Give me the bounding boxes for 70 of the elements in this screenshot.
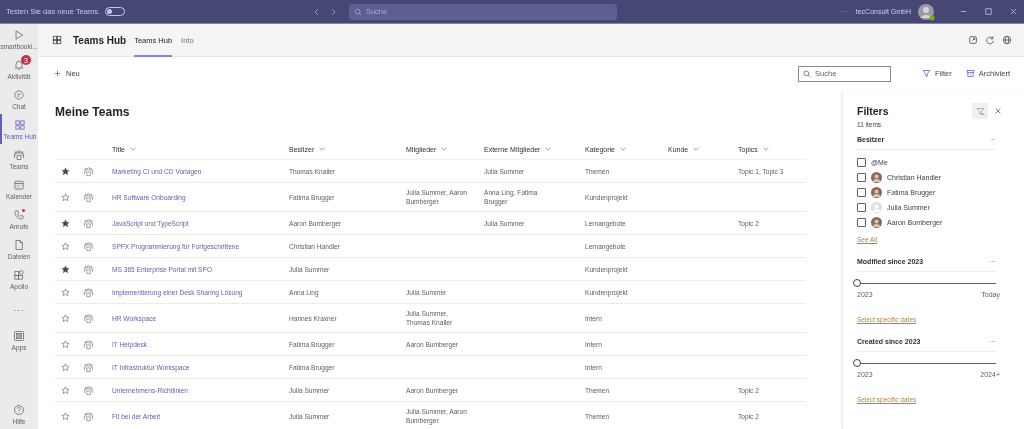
people-icon — [82, 240, 94, 252]
grid-icon — [14, 118, 26, 131]
checkbox[interactable] — [857, 157, 866, 167]
checkbox[interactable] — [857, 172, 866, 182]
slider-thumb[interactable] — [853, 359, 861, 367]
star-icon[interactable] — [60, 362, 70, 372]
play-icon — [13, 28, 25, 41]
chevron-icon — [544, 145, 553, 153]
avatar-icon — [871, 186, 882, 198]
calendar-icon — [13, 178, 25, 191]
slider-thumb[interactable] — [853, 279, 861, 287]
people-icon — [13, 148, 25, 161]
close-icon[interactable] — [1009, 7, 1018, 16]
avatar-icon[interactable] — [917, 2, 935, 21]
search-icon — [803, 69, 812, 78]
star-icon[interactable] — [60, 287, 70, 297]
alert-dot — [22, 209, 25, 212]
people-icon — [82, 384, 94, 396]
star-icon[interactable] — [60, 192, 70, 202]
avatar-icon — [871, 171, 882, 183]
people-icon — [82, 410, 94, 422]
checkbox[interactable] — [857, 187, 866, 197]
close-icon[interactable] — [994, 107, 1002, 115]
apps-add-icon — [13, 268, 25, 281]
phone-icon — [13, 208, 25, 221]
star-icon[interactable] — [60, 411, 70, 421]
avatar-icon — [871, 216, 882, 228]
chat-icon — [13, 88, 25, 101]
star-icon[interactable] — [60, 313, 70, 323]
chevron-icon — [692, 145, 701, 153]
chevron-icon — [618, 145, 627, 153]
restore-icon[interactable] — [984, 7, 993, 16]
chevron-icon — [318, 145, 327, 153]
popout-icon[interactable] — [968, 35, 978, 45]
archive-icon — [965, 69, 975, 78]
chevron-icon — [440, 145, 449, 153]
file-icon — [13, 238, 25, 251]
chevron-icon — [761, 145, 770, 153]
clear-filter-icon — [975, 106, 985, 116]
refresh-icon[interactable] — [985, 35, 995, 45]
apps-icon — [13, 329, 25, 342]
star-icon[interactable] — [60, 339, 70, 349]
people-icon — [82, 338, 94, 350]
bell-icon — [13, 58, 25, 71]
plus-icon — [54, 70, 61, 77]
help-icon — [13, 403, 25, 416]
panel-title: Filters — [857, 105, 889, 117]
search-icon — [353, 7, 362, 16]
star-icon[interactable] — [60, 385, 70, 395]
funnel-icon — [922, 69, 932, 78]
people-icon — [82, 312, 94, 324]
star-icon[interactable] — [60, 166, 70, 176]
list-heading: Meine Teams — [55, 104, 131, 120]
chevron-icon — [128, 145, 137, 153]
star-icon[interactable] — [60, 264, 70, 274]
people-icon — [82, 361, 94, 373]
globe-icon[interactable] — [1002, 35, 1012, 45]
rail-item[interactable]: ··· — [0, 294, 38, 325]
people-icon — [82, 165, 94, 177]
people-icon — [82, 191, 94, 203]
star-icon[interactable] — [60, 218, 70, 228]
app-title: Teams Hub — [73, 34, 127, 46]
grid-icon — [51, 34, 63, 46]
people-icon — [82, 286, 94, 298]
star-icon[interactable] — [60, 241, 70, 251]
avatar-icon — [871, 201, 882, 213]
checkbox[interactable] — [857, 202, 866, 212]
people-icon — [82, 263, 94, 275]
people-icon — [82, 217, 94, 229]
checkbox[interactable] — [857, 217, 866, 227]
